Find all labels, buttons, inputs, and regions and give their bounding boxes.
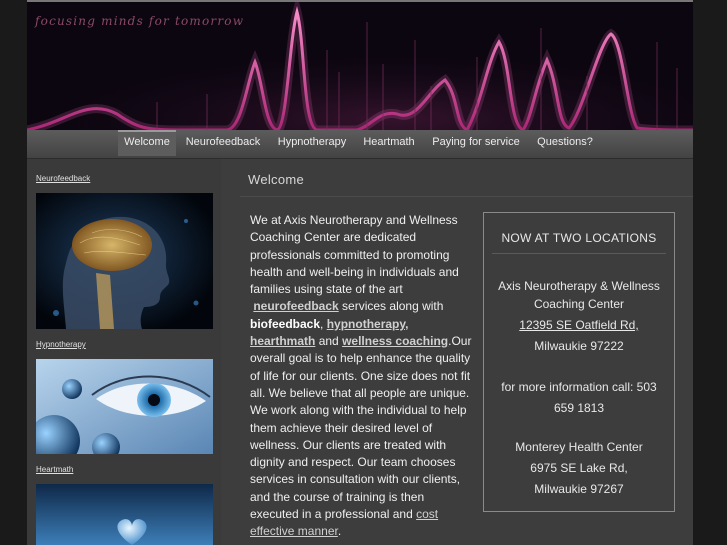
sidebar-image-hypnotherapy[interactable] <box>36 359 213 454</box>
link-wellness-coaching[interactable]: wellness coaching <box>342 334 448 348</box>
locations-divider <box>492 253 666 254</box>
sidebar: Neurofeedback Hypnotherapy Heartmath <box>27 159 221 545</box>
location1-city: Milwaukie 97222 <box>534 339 624 353</box>
body-text: .Our overall goal is to help enhance the… <box>250 334 472 522</box>
main-nav: Welcome Neurofeedback Hypnotherapy Heart… <box>27 130 693 159</box>
locations-box: NOW AT TWO LOCATIONS Axis Neurotherapy &… <box>483 212 675 512</box>
sidebar-image-heartmath[interactable] <box>36 484 213 545</box>
nav-paying-for-service[interactable]: Paying for service <box>430 130 522 156</box>
eye-image <box>36 359 213 454</box>
text-and: and <box>318 334 339 349</box>
page: focusing minds for tomorrow Welcome Neur… <box>27 0 693 545</box>
sidebar-link-hypnotherapy[interactable]: Hypnotherapy <box>36 340 86 349</box>
text-comma: , <box>320 316 324 331</box>
location2-name: Monterey Health Center <box>515 440 643 454</box>
divider <box>240 196 693 197</box>
sidebar-link-heartmath[interactable]: Heartmath <box>36 465 73 474</box>
nav-questions[interactable]: Questions? <box>534 130 596 156</box>
page-title: Welcome <box>248 172 305 187</box>
main-content: Welcome We at Axis Neurotherapy and Well… <box>240 159 693 545</box>
text-period: . <box>337 524 342 539</box>
welcome-text: We at Axis Neurotherapy and Wellness Coa… <box>250 212 473 541</box>
link-hearthmath[interactable]: hearthmath <box>250 334 315 348</box>
location2-city: Milwaukie 97267 <box>534 482 624 496</box>
link-hypnotherapy[interactable]: hypnotherapy, <box>327 317 409 331</box>
nav-neurofeedback[interactable]: Neurofeedback <box>182 130 264 156</box>
header-banner: focusing minds for tomorrow <box>27 0 693 130</box>
location2-street: 6975 SE Lake Rd, <box>530 461 628 475</box>
nav-heartmath[interactable]: Heartmath <box>361 130 417 156</box>
nav-welcome[interactable]: Welcome <box>118 130 176 156</box>
sidebar-image-neurofeedback[interactable] <box>36 193 213 329</box>
location1-street[interactable]: 12395 SE Oatfield Rd, <box>484 315 674 336</box>
nav-hypnotherapy[interactable]: Hypnotherapy <box>275 130 349 156</box>
sidebar-link-neurofeedback[interactable]: Neurofeedback <box>36 174 90 183</box>
locations-title: NOW AT TWO LOCATIONS <box>501 231 657 245</box>
site-tagline: focusing minds for tomorrow <box>35 14 245 28</box>
intro-text: We at Axis Neurotherapy and Wellness Coa… <box>250 213 459 297</box>
link-neurofeedback[interactable]: neurofeedback <box>253 299 338 313</box>
text-services-along: services along with <box>342 299 444 314</box>
heart-image <box>36 484 213 545</box>
text-biofeedback: biofeedback <box>250 316 321 331</box>
head-brain-image <box>36 193 213 329</box>
location1-name: Axis Neurotherapy & Wellness Coaching Ce… <box>498 279 660 311</box>
phone-info: for more information call: 503 659 1813 <box>501 380 657 415</box>
